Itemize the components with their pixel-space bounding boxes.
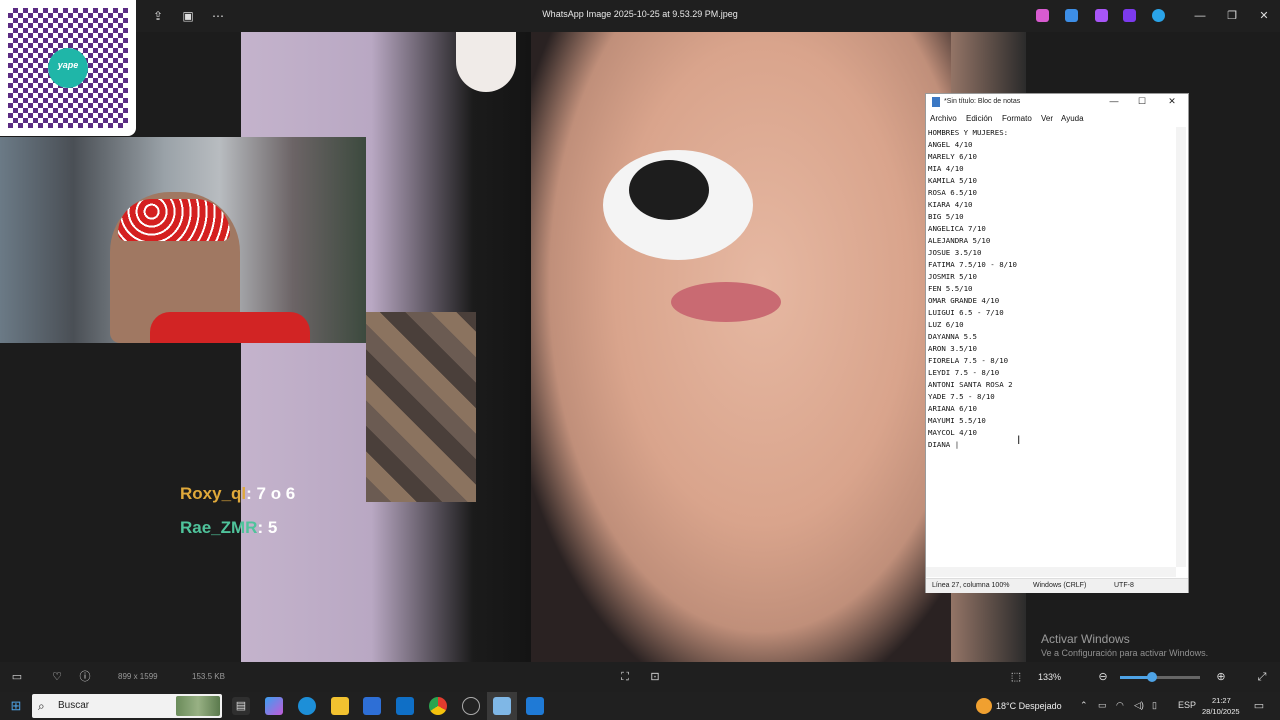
obs-icon[interactable] [462,697,480,715]
encoding: UTF-8 [1114,582,1134,589]
share-icon[interactable]: ⇪ [150,8,166,24]
menu-formato[interactable]: Formato [1002,114,1032,123]
network-icon[interactable]: ▭ [1098,700,1107,711]
close-button[interactable]: ✕ [1254,8,1274,24]
zoom-slider[interactable] [1120,672,1200,682]
image-file-size: 153.5 KB [192,672,225,681]
zoom-level[interactable]: 133% [1038,672,1061,682]
activate-windows-title: Activar Windows [1041,632,1130,646]
minimize-button[interactable]: — [1190,8,1210,24]
chat-text: : 5 [257,518,278,537]
horizontal-scrollbar[interactable] [926,567,1176,577]
yape-logo-text: yape [57,60,79,70]
webcam-shirt [150,312,310,343]
webcam-bandana [118,199,230,241]
actual-size-icon[interactable]: ⊡ [648,670,662,684]
vertical-scrollbar[interactable] [1176,127,1186,567]
notepad-title: *Sin título: Bloc de notas [944,98,1021,105]
store-icon[interactable] [363,697,381,715]
clock-time[interactable]: 21:27 [1212,696,1231,705]
line-ending: Windows (CRLF) [1033,582,1087,589]
photo-image [241,32,1026,662]
notepad-status-bar: Línea 27, columna 100% Windows (CRLF) UT… [926,578,1188,593]
notepad-text-area[interactable]: HOMBRES Y MUJERES: ANGEL 4/10 MARELY 6/1… [928,127,1176,567]
menu-ver[interactable]: Ver [1041,114,1053,123]
more-options-icon[interactable]: ⋯ [210,8,226,24]
outlook-icon[interactable] [396,697,414,715]
photo-lips [671,282,781,322]
notepad-maximize-button[interactable]: ☐ [1132,96,1152,107]
image-dimensions: 899 x 1599 [118,672,158,681]
zoom-out-icon[interactable]: ⊖ [1096,670,1110,684]
taskbar: ⊞ ⌕ Buscar ▤ 18°C Despejado ⌃ ▭ ◠ ◁) ▯ E… [0,692,1280,720]
search-highlight-image [176,696,220,716]
notepad-window[interactable]: *Sin título: Bloc de notas — ☐ ✕ Archivo… [925,93,1189,593]
chevron-up-icon[interactable]: ⌃ [1080,700,1088,711]
copilot-taskbar-icon[interactable] [265,697,283,715]
dog-ear-filter [456,32,516,92]
weather-icon[interactable] [976,698,992,714]
webcam-feed [0,137,366,343]
text-cursor-icon: I [1017,433,1021,447]
chat-username: Rae_ZMR [180,518,258,537]
copilot-icon[interactable] [1036,9,1049,22]
task-view-icon[interactable]: ▤ [232,697,250,715]
battery-icon[interactable]: ▯ [1152,700,1157,711]
notifications-icon[interactable]: ▭ [1252,699,1266,713]
chat-message: Roxy_ql: 7 o 6 [180,484,295,504]
menu-ayuda[interactable]: Ayuda [1061,114,1084,123]
file-explorer-icon[interactable] [331,697,349,715]
notepad-minimize-button[interactable]: — [1104,96,1124,106]
designer-icon[interactable] [1123,9,1136,22]
photos-taskbar-icon[interactable] [526,697,544,715]
fullscreen-icon[interactable]: ⤢ [1255,670,1269,684]
chat-message: Rae_ZMR: 5 [180,518,277,538]
notepad-close-button[interactable]: ✕ [1162,96,1182,107]
chat-username: Roxy_ql [180,484,247,503]
notepad-menu-bar: Archivo Edición Formato Ver Ayuda [926,112,1188,126]
pixelated-region [366,312,476,502]
zoom-in-icon[interactable]: ⊕ [1214,670,1228,684]
edit-app-icon[interactable] [1065,9,1078,22]
fit-icon[interactable]: ⬚ [1009,670,1023,684]
taskbar-search[interactable]: ⌕ Buscar [32,694,222,718]
photo-face [531,32,951,662]
wifi-icon[interactable]: ◠ [1116,700,1124,711]
payment-qr-code: yape [0,0,136,136]
info-icon[interactable]: ⓘ [78,670,92,684]
cursor-position: Línea 27, columna 100% [932,582,1010,589]
slideshow-icon[interactable]: ▣ [180,8,196,24]
activate-windows-subtitle: Ve a Configuración para activar Windows. [1041,648,1209,658]
menu-edicion[interactable]: Edición [966,114,992,123]
fit-to-window-icon[interactable]: ⛶ [618,670,632,684]
notepad-icon [932,97,940,107]
viewer-title-bar: WhatsApp Image 2025-10-25 at 9.53.29 PM.… [0,0,1280,32]
viewer-bottom-bar: ▭ ♡ ⓘ 899 x 1599 153.5 KB ⛶ ⊡ ⬚ 133% ⊖ ⊕… [0,662,1280,692]
chat-text: : 7 o 6 [246,484,296,503]
maximize-button[interactable]: ❐ [1222,8,1242,24]
onedrive-icon[interactable] [1152,9,1165,22]
weather-text[interactable]: 18°C Despejado [996,701,1062,711]
search-label: Buscar [58,700,90,711]
volume-icon[interactable]: ◁) [1134,700,1144,711]
notepad-taskbar-icon[interactable] [493,697,511,715]
windows-start-icon[interactable]: ⊞ [8,698,24,714]
clock-date[interactable]: 28/10/2025 [1202,707,1240,716]
menu-archivo[interactable]: Archivo [930,114,957,123]
search-icon: ⌕ [38,699,45,713]
edge-icon[interactable] [298,697,316,715]
favorite-icon[interactable]: ♡ [50,670,64,684]
filmstrip-icon[interactable]: ▭ [10,670,24,684]
chrome-icon[interactable] [429,697,447,715]
clipchamp-icon[interactable] [1095,9,1108,22]
dog-nose-filter [629,160,709,220]
language-indicator[interactable]: ESP [1178,700,1196,710]
zoom-slider-thumb[interactable] [1147,672,1157,682]
